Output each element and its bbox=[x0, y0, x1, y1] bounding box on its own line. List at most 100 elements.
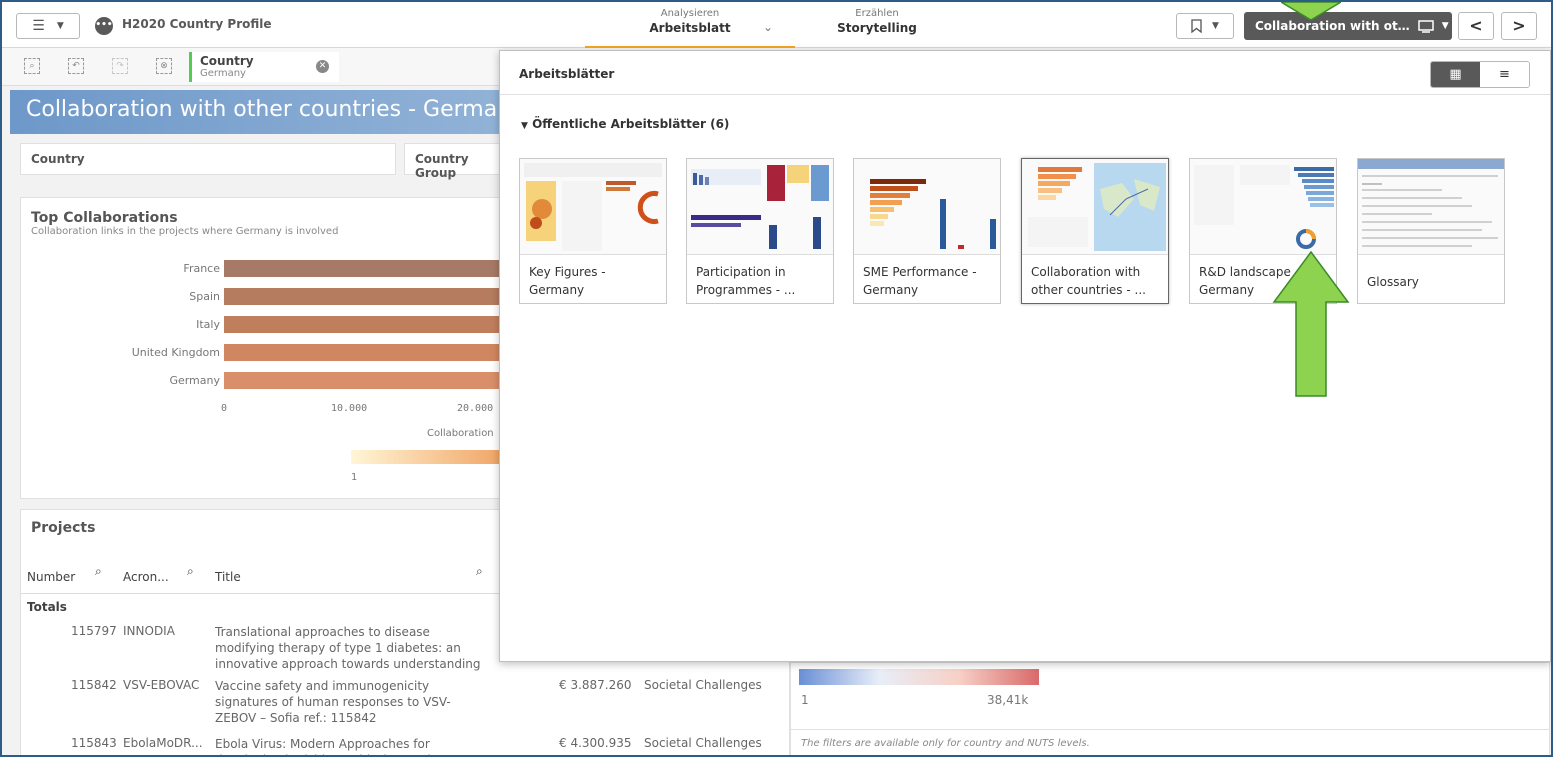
sheet-card-collaboration[interactable]: Collaboration with other countries - ... bbox=[1021, 158, 1169, 304]
tab-analyse[interactable]: Analysieren Arbeitsblatt ⌄ bbox=[585, 8, 795, 48]
map-color-legend bbox=[799, 669, 1039, 685]
cell-title: Ebola Virus: Modern Approaches for devel… bbox=[215, 737, 453, 755]
overlay-title: Arbeitsblätter bbox=[519, 67, 615, 81]
color-legend bbox=[351, 450, 511, 464]
sheet-card-label: Glossary bbox=[1367, 275, 1419, 289]
sheet-thumbnail bbox=[520, 159, 666, 255]
map-legend-min: 1 bbox=[801, 693, 809, 707]
sheet-card-key-figures[interactable]: Key Figures - Germany bbox=[519, 158, 667, 304]
caret-down-icon: ▼ bbox=[56, 21, 64, 31]
chevron-down-icon[interactable]: ⌄ bbox=[763, 20, 773, 34]
x-axis-label: Collaboration bbox=[427, 428, 494, 439]
bar[interactable] bbox=[224, 372, 514, 389]
sheet-card-label: Participation in Programmes - ... bbox=[696, 265, 796, 297]
cell-number: 115842 bbox=[71, 678, 117, 692]
step-forward-icon[interactable]: ↷ bbox=[112, 58, 128, 74]
projects-title: Projects bbox=[31, 520, 96, 536]
tick-label: 0 bbox=[221, 403, 228, 414]
step-back-icon[interactable]: ↶ bbox=[68, 58, 84, 74]
more-dots-icon[interactable]: ••• bbox=[95, 17, 113, 35]
chart-subtitle: Collaboration links in the projects wher… bbox=[31, 226, 339, 237]
arrow-down-icon bbox=[1281, 2, 1341, 20]
selection-chip-country[interactable]: Country Germany ✕ bbox=[189, 52, 339, 82]
caret-down-icon: ▼ bbox=[1212, 21, 1219, 31]
arrow-up-icon bbox=[1272, 250, 1350, 397]
caret-down-icon: ▼ bbox=[1441, 21, 1449, 31]
sheet-card-participation[interactable]: Participation in Programmes - ... bbox=[686, 158, 834, 304]
cell-amount: € 4.300.935 bbox=[559, 736, 632, 750]
selection-value: Germany bbox=[200, 68, 246, 79]
list-view-icon[interactable]: ≡ bbox=[1480, 62, 1529, 87]
search-icon[interactable]: ⌕ bbox=[95, 564, 102, 579]
cell-amount: € 3.887.260 bbox=[559, 678, 632, 692]
section-label: Öffentliche Arbeitsblätter (6) bbox=[532, 117, 730, 131]
tick-label: 20.000 bbox=[457, 403, 494, 414]
footnote: The filters are available only for count… bbox=[791, 729, 1549, 755]
sheet-thumbnail bbox=[1022, 159, 1168, 255]
tab-analyse-caption: Analysieren bbox=[660, 8, 720, 19]
cell-pillar: Societal Challenges bbox=[644, 678, 762, 692]
map-panel: 1 38,41k The filters are available only … bbox=[790, 662, 1550, 755]
search-icon[interactable]: ⌕ bbox=[187, 564, 194, 579]
sheet-thumbnail bbox=[687, 159, 833, 255]
cell-number: 115843 bbox=[71, 736, 117, 750]
cell-acronym: EbolaMoDR... bbox=[123, 736, 203, 750]
bookmark-button[interactable]: ▼ bbox=[1176, 13, 1234, 39]
table-row[interactable]: 115842 VSV-EBOVAC Vaccine safety and imm… bbox=[21, 678, 781, 730]
tick-label: 10.000 bbox=[331, 403, 368, 414]
bar-label: Germany bbox=[169, 374, 220, 387]
global-menu-button[interactable]: ☰ ▼ bbox=[16, 13, 80, 39]
previous-sheet-button[interactable]: < bbox=[1458, 12, 1494, 40]
top-collaborations-chart[interactable]: Top Collaborations Collaboration links i… bbox=[20, 197, 514, 499]
bar[interactable] bbox=[224, 288, 514, 305]
filter-country[interactable]: Country bbox=[20, 143, 396, 175]
sheets-overlay: Arbeitsblätter ▦ ≡ ▼ Öffentliche Arbeits… bbox=[499, 50, 1551, 662]
clear-selection-icon[interactable]: ✕ bbox=[316, 60, 329, 73]
overlay-header: Arbeitsblätter ▦ ≡ bbox=[500, 51, 1550, 95]
sheet-card-sme[interactable]: SME Performance - Germany bbox=[853, 158, 1001, 304]
bar[interactable] bbox=[224, 344, 514, 361]
sheet-card-label: Collaboration with other countries - ... bbox=[1031, 265, 1146, 297]
selection-field: Country bbox=[200, 54, 254, 68]
totals-label: Totals bbox=[27, 600, 67, 614]
sheet-card-glossary[interactable]: Glossary bbox=[1357, 158, 1505, 304]
sheet-thumbnail bbox=[854, 159, 1000, 255]
tab-story-caption: Erzählen bbox=[855, 8, 899, 19]
view-toggle: ▦ ≡ bbox=[1430, 61, 1530, 88]
col-acronym[interactable]: Acron... bbox=[123, 570, 169, 584]
legend-min: 1 bbox=[351, 472, 358, 483]
map-legend-max: 38,41k bbox=[987, 693, 1029, 707]
col-number[interactable]: Number bbox=[27, 570, 75, 584]
bookmark-icon bbox=[1191, 19, 1202, 33]
cell-pillar: Societal Challenges bbox=[644, 736, 762, 750]
clear-all-icon[interactable]: ⊗ bbox=[156, 58, 172, 74]
table-row[interactable]: 115843 EbolaMoDR... Ebola Virus: Modern … bbox=[21, 736, 781, 755]
sheet-card-label: Key Figures - Germany bbox=[529, 265, 606, 297]
sheet-thumbnail bbox=[1190, 159, 1336, 255]
bar[interactable] bbox=[224, 316, 514, 333]
tab-storytelling[interactable]: Erzählen Storytelling bbox=[807, 8, 947, 36]
bar[interactable] bbox=[224, 260, 514, 277]
cell-number: 115797 bbox=[71, 624, 117, 638]
sheet-icon bbox=[1417, 19, 1434, 33]
bar-label: United Kingdom bbox=[131, 346, 220, 359]
search-icon[interactable]: ⌕ bbox=[476, 564, 483, 579]
filter-group-label: Country Group bbox=[415, 152, 469, 180]
cell-title: Vaccine safety and immunogenicity signat… bbox=[215, 679, 451, 725]
smart-search-icon[interactable]: ⌕ bbox=[24, 58, 40, 74]
app-window: ☰ ▼ ••• H2020 Country Profile Analysiere… bbox=[0, 0, 1553, 757]
hamburger-icon: ☰ bbox=[32, 18, 45, 34]
chart-title: Top Collaborations bbox=[31, 210, 178, 226]
col-title[interactable]: Title bbox=[215, 570, 241, 584]
sheet-selector-button[interactable]: Collaboration with ot… ▼ bbox=[1244, 12, 1452, 40]
bar-label: France bbox=[183, 262, 220, 275]
grid-view-icon[interactable]: ▦ bbox=[1431, 62, 1480, 87]
next-sheet-button[interactable]: > bbox=[1501, 12, 1537, 40]
sheet-thumbnail bbox=[1358, 159, 1504, 255]
current-sheet-label: Collaboration with ot… bbox=[1255, 19, 1410, 33]
page-title: Collaboration with other countries - Ger… bbox=[26, 97, 525, 122]
filter-country-label: Country bbox=[31, 152, 85, 166]
cell-acronym: VSV-EBOVAC bbox=[123, 678, 200, 692]
public-sheets-section[interactable]: ▼ Öffentliche Arbeitsblätter (6) bbox=[521, 117, 729, 131]
caret-down-icon: ▼ bbox=[521, 121, 528, 131]
